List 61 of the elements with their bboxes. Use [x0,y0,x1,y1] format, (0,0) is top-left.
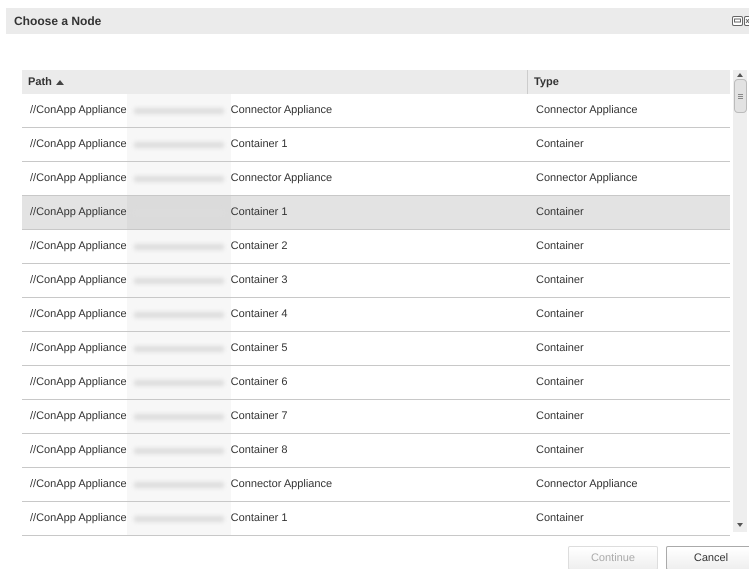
type-text: Container [535,239,584,254]
path-text: Container 8 [230,443,288,458]
type-text: Connector Appliance [535,103,638,118]
path-text: //ConApp Appliance [30,137,127,152]
table-row[interactable]: //ConApp Appliance Container 5 Container [22,332,730,366]
path-text: //ConApp Appliance [30,443,127,458]
path-text: Container 1 [230,511,288,526]
table-row[interactable]: //ConApp Appliance Container 4 Container [22,298,730,332]
scroll-up-icon[interactable] [737,73,743,77]
type-text: Container [535,409,584,424]
cancel-button[interactable]: Cancel [666,546,749,569]
table-row[interactable]: //ConApp Appliance Container 6 Container [22,366,730,400]
scrollbar-thumb[interactable] [734,79,746,113]
path-text: //ConApp Appliance [30,103,127,118]
path-text: //ConApp Appliance [30,205,127,220]
table-row[interactable]: //ConApp Appliance Connector Appliance Connector Appliance [22,94,730,128]
type-text: Container [535,375,584,390]
type-text: Connector Appliance [535,477,638,492]
path-text: //ConApp Appliance [30,341,127,356]
table-row[interactable]: //ConApp Appliance Container 3 Container [22,264,730,298]
path-text: //ConApp Appliance [30,409,127,424]
type-text: Container [535,307,584,322]
path-text: Container 4 [230,307,288,322]
dialog-title: Choose a Node [14,13,102,30]
table-row[interactable]: //ConApp Appliance Container 8 Container [22,434,730,468]
path-text: Container 1 [230,137,288,152]
type-text: Connector Appliance [535,171,638,186]
column-header[interactable]: Type [528,70,730,94]
type-text: Container [535,205,584,220]
table-row[interactable]: //ConApp Appliance Container 1 Container [22,502,730,536]
table-row[interactable]: //ConApp Appliance Connector Appliance Connector Appliance [22,162,730,196]
path-text: Container 7 [230,409,288,424]
path-text: Container 2 [230,239,288,254]
path-text: Container 5 [230,341,288,356]
type-text: Container [535,137,584,152]
path-text: //ConApp Appliance [30,171,127,186]
type-text: Container [535,273,584,288]
type-text: Container [535,511,584,526]
path-text: Container 1 [230,205,288,220]
path-text: //ConApp Appliance [30,375,127,390]
path-text: //ConApp Appliance [30,239,127,254]
path-text: //ConApp Appliance [30,273,127,288]
table-row[interactable]: //ConApp Appliance Container 1 Container [22,128,730,162]
path-text: Connector Appliance [230,171,332,186]
path-text: //ConApp Appliance [30,307,127,322]
path-text: Container 3 [230,273,288,288]
type-text: Container [535,341,584,356]
table-row[interactable]: //ConApp Appliance Connector Appliance Connector Appliance [22,468,730,502]
path-text: Container 6 [230,375,288,390]
path-text: //ConApp Appliance [30,477,127,492]
path-text: Connector Appliance [230,103,332,118]
scroll-down-icon[interactable] [737,523,743,527]
table-row[interactable]: //ConApp Appliance Container 2 Container [22,230,730,264]
grip-icon [738,94,742,98]
type-text: Container [535,443,584,458]
table-row[interactable]: //ConApp Appliance Container 1 Container [22,196,730,230]
path-text: Connector Appliance [230,477,332,492]
table-row[interactable]: //ConApp Appliance Container 7 Container [22,400,730,434]
vertical-scrollbar[interactable] [733,70,747,532]
close-icon[interactable] [744,16,749,26]
path-text: //ConApp Appliance [30,511,127,526]
